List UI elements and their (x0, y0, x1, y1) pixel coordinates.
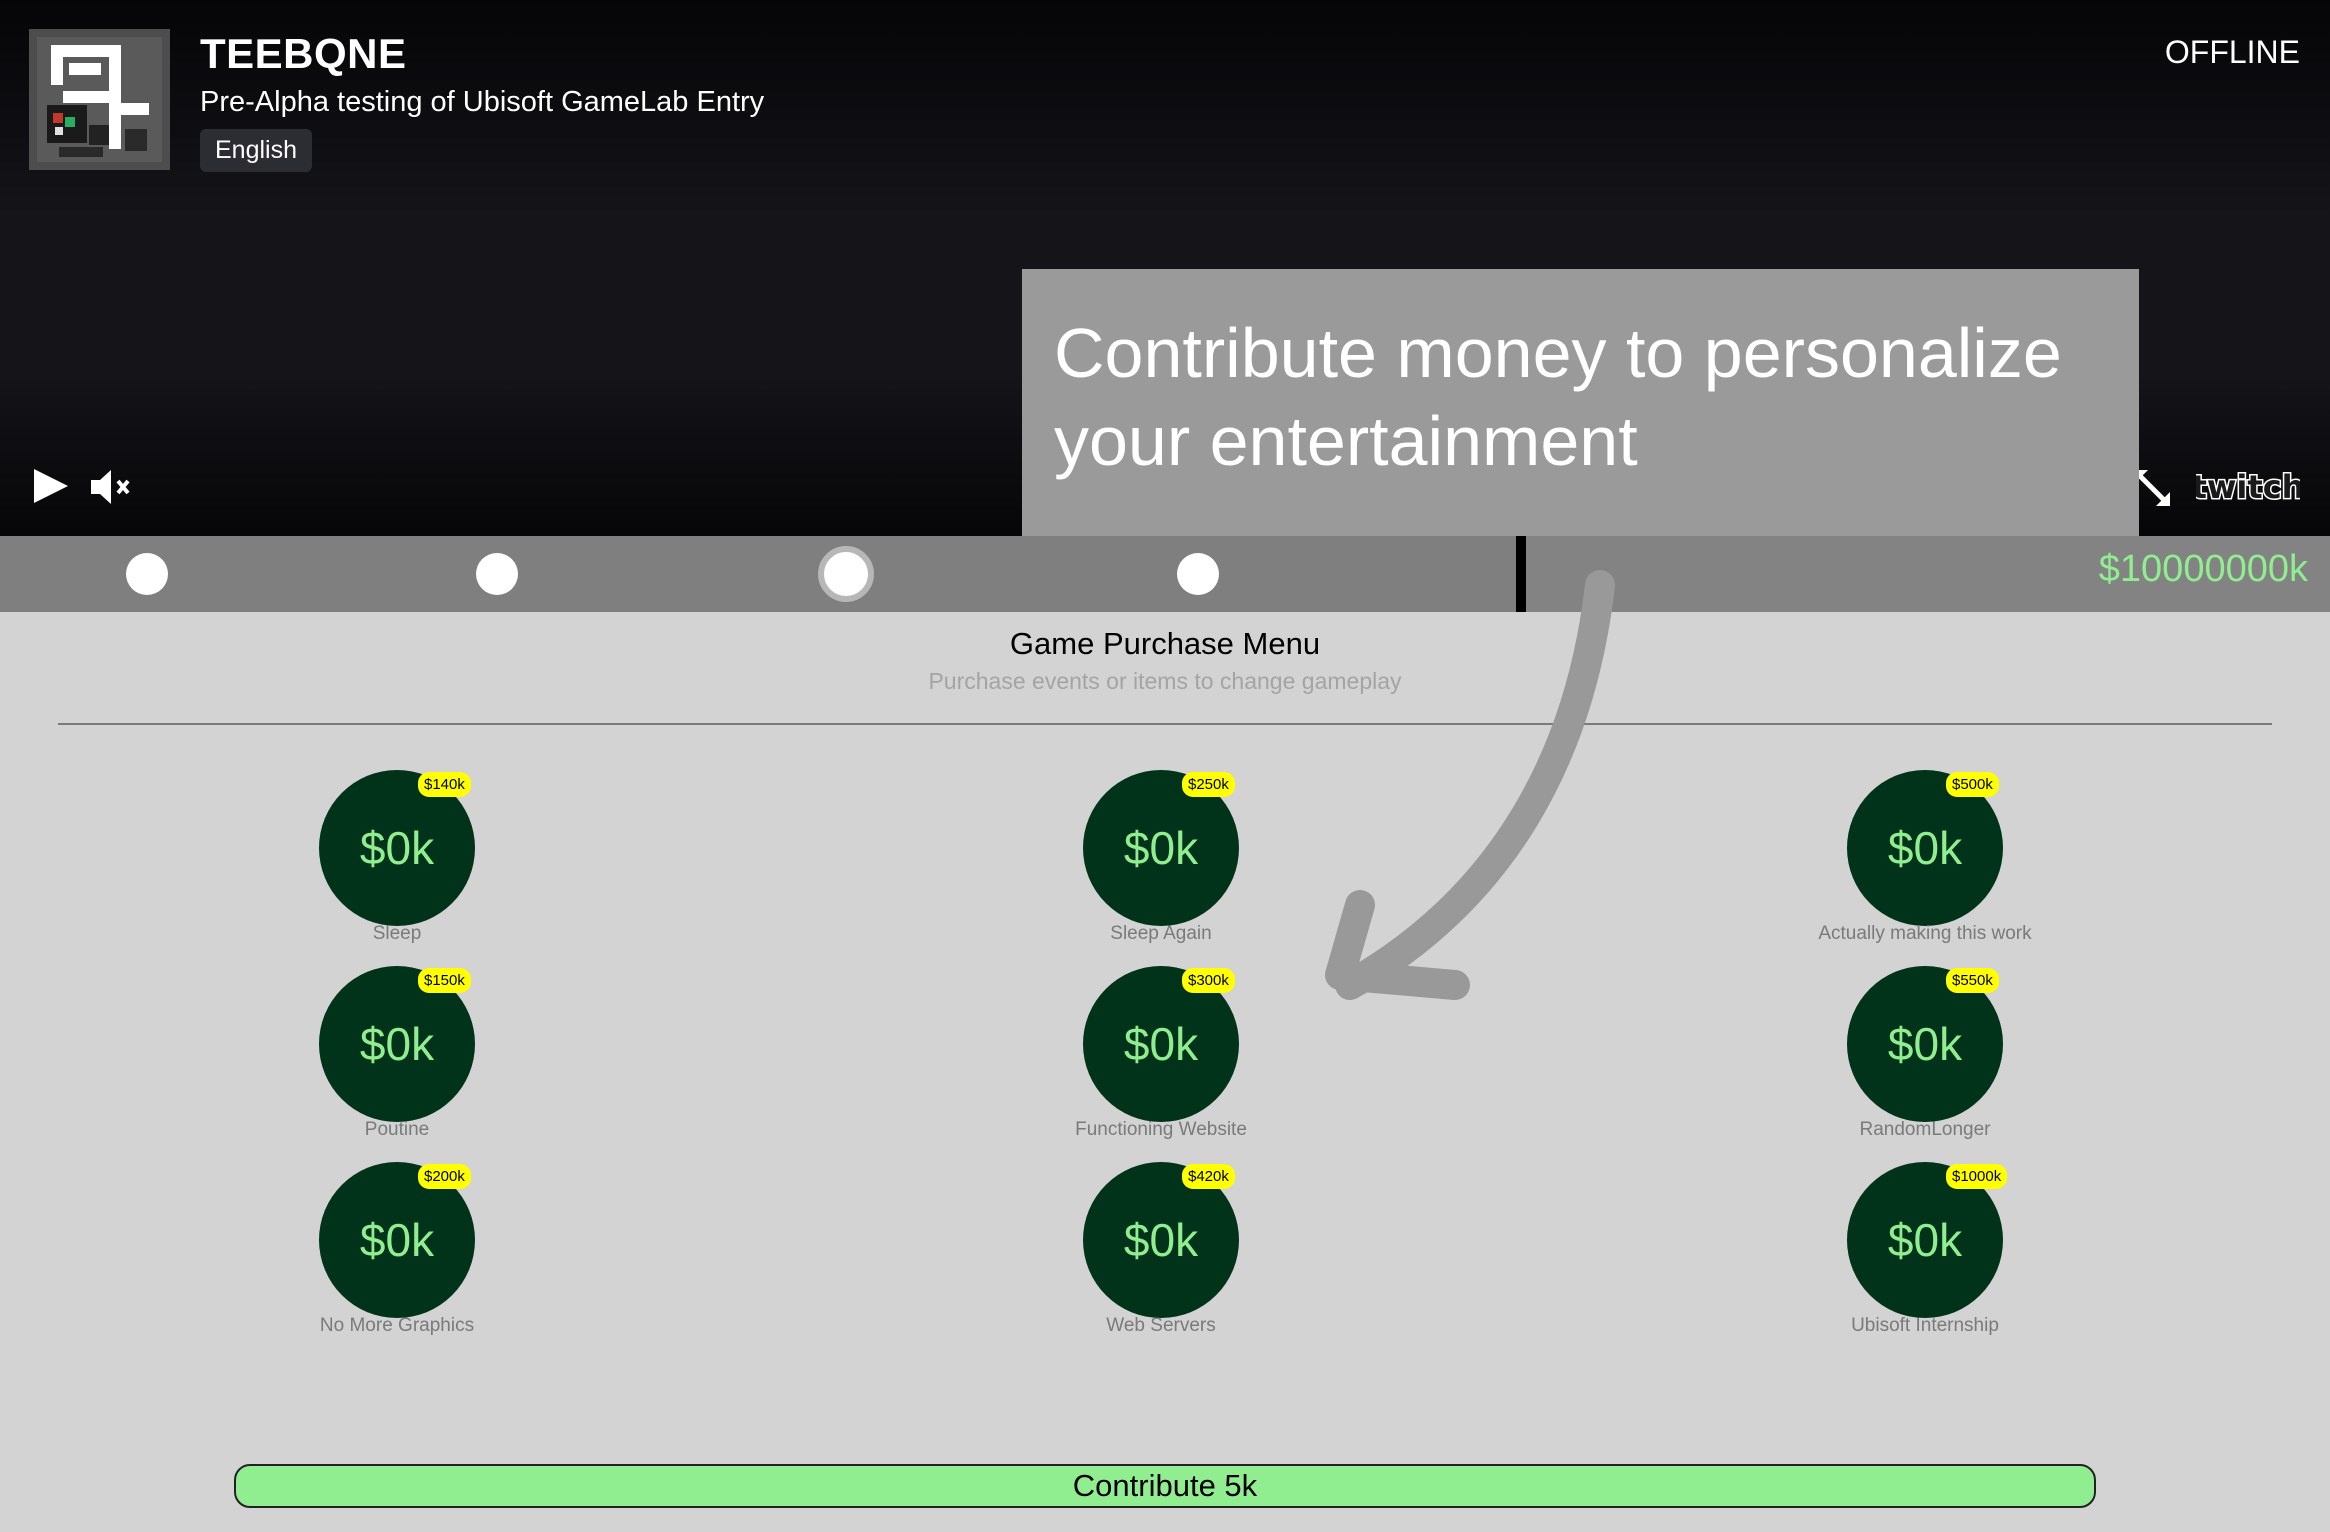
item-label: Poutine (364, 1119, 430, 1140)
timeline-divider (1516, 536, 1526, 612)
twitch-logo[interactable]: twitch (2190, 466, 2306, 508)
offline-status: OFFLINE (2164, 34, 2300, 70)
item-label: RandomLonger (1859, 1119, 1991, 1140)
price-badge: $150k (418, 968, 471, 993)
menu-title: Game Purchase Menu (1009, 626, 1321, 661)
timeline-dot[interactable] (126, 553, 168, 595)
item-label: Web Servers (1106, 1315, 1216, 1336)
contribute-button[interactable]: Contribute 5k (234, 1464, 2096, 1508)
price-badge: $140k (418, 772, 471, 797)
stream-title: Pre-Alpha testing of Ubisoft GameLab Ent… (200, 86, 765, 118)
menu-subtitle: Purchase events or items to change gamep… (928, 668, 1402, 694)
timeline-bar[interactable] (0, 536, 2330, 612)
timeline-left-segment (0, 536, 1516, 612)
item-label: Functioning Website (1075, 1119, 1247, 1140)
price-badge: $200k (418, 1164, 471, 1189)
avatar-image (29, 29, 170, 170)
tutorial-tooltip: Contribute money to personalize your ent… (1022, 269, 2139, 536)
item-label: Sleep (372, 923, 422, 944)
svg-text:twitch: twitch (2196, 468, 2300, 506)
mute-button[interactable] (89, 468, 135, 506)
price-badge: $300k (1182, 968, 1235, 993)
timeline-dot-active[interactable] (818, 546, 874, 602)
channel-name[interactable]: TEEBQNE (200, 30, 407, 78)
timeline-dot[interactable] (476, 553, 518, 595)
menu-divider (58, 723, 2272, 725)
price-badge: $1000k (1946, 1164, 2008, 1189)
price-badge: $420k (1182, 1164, 1235, 1189)
item-label: Ubisoft Internship (1851, 1315, 1999, 1336)
channel-avatar[interactable] (29, 29, 170, 170)
play-button[interactable] (30, 465, 72, 507)
price-badge: $550k (1946, 968, 1999, 993)
timeline-dot[interactable] (1177, 553, 1219, 595)
play-icon (34, 469, 68, 503)
item-label: Actually making this work (1818, 923, 2032, 944)
tooltip-text: Contribute money to personalize your ent… (1054, 314, 2062, 480)
budget-amount: $10000000k (2098, 548, 2308, 590)
price-badge: $500k (1946, 772, 1999, 797)
language-tag[interactable]: English (200, 129, 312, 172)
muted-speaker-icon (91, 470, 130, 504)
price-badge: $250k (1182, 772, 1235, 797)
item-label: No More Graphics (319, 1315, 475, 1336)
item-label: Sleep Again (1110, 923, 1212, 944)
twitch-logo-icon: twitch (2190, 467, 2306, 508)
